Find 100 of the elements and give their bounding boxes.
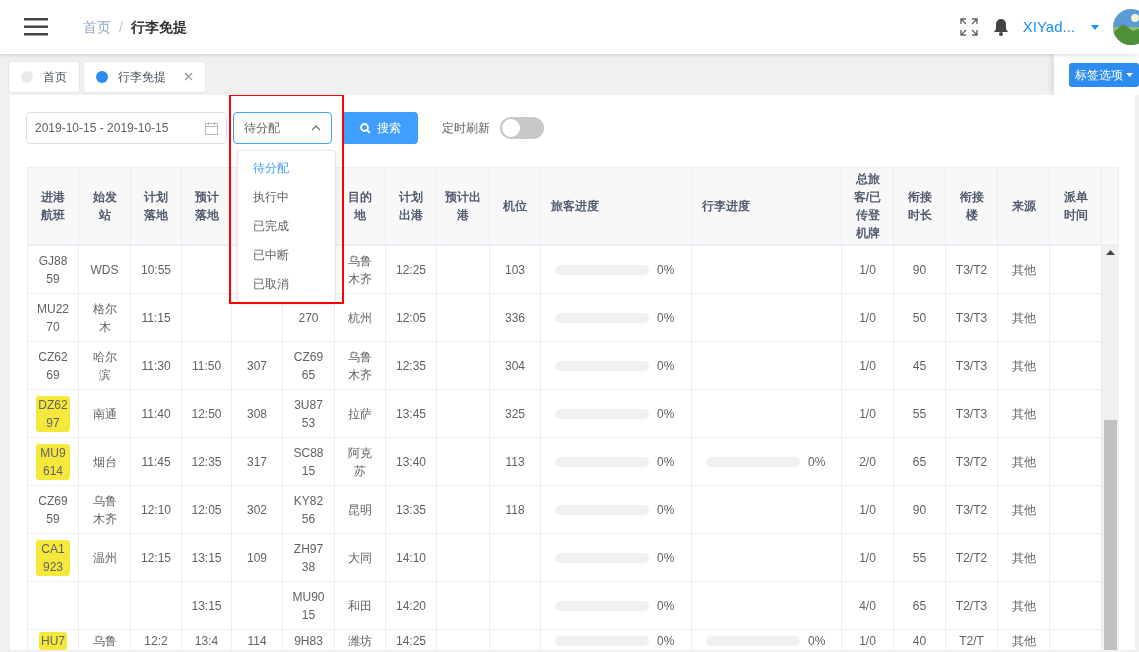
dropdown-option[interactable]: 执行中 bbox=[238, 183, 335, 212]
bell-icon[interactable] bbox=[992, 18, 1009, 36]
table-cell: T3/T3 bbox=[955, 310, 988, 325]
table-cell: 1/0 bbox=[859, 262, 876, 277]
table-cell: 温州 bbox=[92, 550, 117, 565]
auto-refresh-label: 定时刷新 bbox=[442, 120, 490, 137]
flight-number: DZ6297 bbox=[36, 395, 70, 432]
table-cell: 13:45 bbox=[396, 406, 426, 421]
table-cell: 12:05 bbox=[396, 310, 426, 325]
column-header: 衔接楼 bbox=[945, 167, 998, 245]
table-cell: 114 bbox=[247, 634, 267, 648]
close-icon[interactable] bbox=[184, 72, 193, 81]
table-cell: T3/T2 bbox=[955, 262, 988, 277]
table-cell: 乌鲁木齐 bbox=[92, 493, 117, 526]
table-cell: 90 bbox=[912, 262, 927, 277]
scroll-up-icon[interactable] bbox=[1106, 250, 1115, 255]
table-cell: ZH9738 bbox=[293, 541, 324, 574]
flight-number: CZ6269 bbox=[38, 349, 68, 382]
table-cell: 113 bbox=[505, 454, 525, 469]
column-header: 派单时间 bbox=[1049, 167, 1102, 245]
table-cell: 其他 bbox=[1011, 310, 1036, 325]
table-cell: 和田 bbox=[348, 598, 372, 613]
table-cell: 103 bbox=[505, 262, 525, 277]
table-cell: T3/T3 bbox=[955, 406, 988, 421]
table-cell: T2/T3 bbox=[955, 598, 988, 613]
table-cell: 阿克苏 bbox=[348, 445, 372, 478]
table-cell: 13:15 bbox=[191, 550, 222, 565]
column-header: 总旅客/已传登机牌 bbox=[841, 167, 894, 245]
table-cell: 270 bbox=[298, 310, 319, 325]
tab[interactable]: 行李免提 bbox=[83, 60, 206, 93]
table-cell: 哈尔滨 bbox=[92, 349, 117, 382]
table-cell: 336 bbox=[505, 310, 525, 325]
breadcrumb-item: 行李免提 bbox=[130, 17, 187, 37]
table-cell: 杭州 bbox=[348, 310, 372, 325]
table-cell: 14:20 bbox=[396, 598, 426, 613]
table-cell: 南通 bbox=[92, 406, 117, 421]
table-cell: T3/T3 bbox=[955, 358, 988, 373]
tab-label: 行李免提 bbox=[118, 68, 166, 86]
table-cell: 拉萨 bbox=[348, 406, 372, 421]
progress-text: 0% bbox=[808, 453, 826, 471]
caret-icon[interactable] bbox=[1091, 24, 1099, 30]
progress-text: 0% bbox=[657, 597, 675, 615]
tab-options-button[interactable]: 标签选项 bbox=[1069, 62, 1139, 87]
dropdown-option[interactable]: 已取消 bbox=[238, 270, 335, 299]
table-cell: 乌鲁 bbox=[92, 634, 117, 648]
status-select[interactable]: 待分配 bbox=[233, 112, 332, 144]
dropdown-option[interactable]: 已中断 bbox=[238, 241, 335, 270]
tab[interactable]: 首页 bbox=[8, 60, 80, 93]
table-cell: 其他 bbox=[1011, 598, 1036, 613]
table-cell: 307 bbox=[247, 358, 267, 373]
table-cell: 13:4 bbox=[194, 634, 219, 648]
date-range-field[interactable]: 2019-10-15 - 2019-10-15 bbox=[26, 112, 227, 144]
table-cell: 302 bbox=[247, 502, 267, 517]
fullscreen-icon[interactable] bbox=[958, 17, 979, 37]
table-cell: 其他 bbox=[1011, 262, 1036, 277]
table-cell: 昆明 bbox=[348, 502, 372, 517]
table-cell: 14:25 bbox=[396, 634, 426, 648]
table-cell: 其他 bbox=[1011, 358, 1036, 373]
table-cell: 90 bbox=[912, 502, 927, 517]
column-header: 始发站 bbox=[78, 167, 131, 245]
column-header: 目的地 bbox=[334, 167, 386, 245]
table-cell: 其他 bbox=[1011, 550, 1036, 565]
progress-text: 0% bbox=[657, 453, 675, 471]
scrollbar[interactable] bbox=[1102, 245, 1119, 650]
table-cell: 11:40 bbox=[141, 406, 171, 421]
table-cell: 12:10 bbox=[141, 502, 171, 517]
progress-text: 0% bbox=[808, 633, 826, 650]
auto-refresh-toggle[interactable] bbox=[500, 117, 544, 139]
table-cell: 13:35 bbox=[396, 502, 426, 517]
table-cell: 325 bbox=[505, 406, 525, 421]
column-header: 来源 bbox=[997, 167, 1050, 245]
search-icon bbox=[359, 122, 371, 134]
table-cell: 45 bbox=[912, 358, 927, 373]
table-cell: 13:40 bbox=[396, 454, 426, 469]
table-cell: 3U8753 bbox=[294, 397, 323, 430]
table-cell: 其他 bbox=[1011, 454, 1036, 469]
progress-text: 0% bbox=[657, 633, 675, 650]
user-name[interactable]: XIYad... bbox=[1022, 15, 1075, 39]
flight-number: MU2270 bbox=[37, 301, 69, 334]
table-cell: 12:05 bbox=[191, 502, 222, 517]
menu-icon[interactable] bbox=[24, 18, 48, 36]
table-cell: 乌鲁木齐 bbox=[348, 349, 372, 382]
table-cell: 11:50 bbox=[191, 358, 222, 373]
progress-text: 0% bbox=[657, 261, 675, 279]
flight-number: HU7 bbox=[39, 632, 67, 650]
table-cell: 2/0 bbox=[859, 454, 876, 469]
table-cell: 317 bbox=[247, 454, 267, 469]
tab-label: 首页 bbox=[43, 68, 67, 86]
table-cell: 1/0 bbox=[859, 406, 876, 421]
table-cell: 格尔木 bbox=[92, 301, 117, 334]
table-cell: 109 bbox=[247, 550, 267, 565]
table-cell: 其他 bbox=[1011, 502, 1036, 517]
table-cell: 大同 bbox=[348, 550, 372, 565]
table-cell: MU9015 bbox=[292, 589, 325, 622]
table-cell: 55 bbox=[912, 550, 927, 565]
column-header: 计划落地 bbox=[130, 167, 182, 245]
table-cell: 304 bbox=[505, 358, 525, 373]
scroll-thumb[interactable] bbox=[1104, 420, 1117, 650]
table-cell: 1/0 bbox=[859, 310, 876, 325]
dropdown-option[interactable]: 已完成 bbox=[238, 212, 335, 241]
